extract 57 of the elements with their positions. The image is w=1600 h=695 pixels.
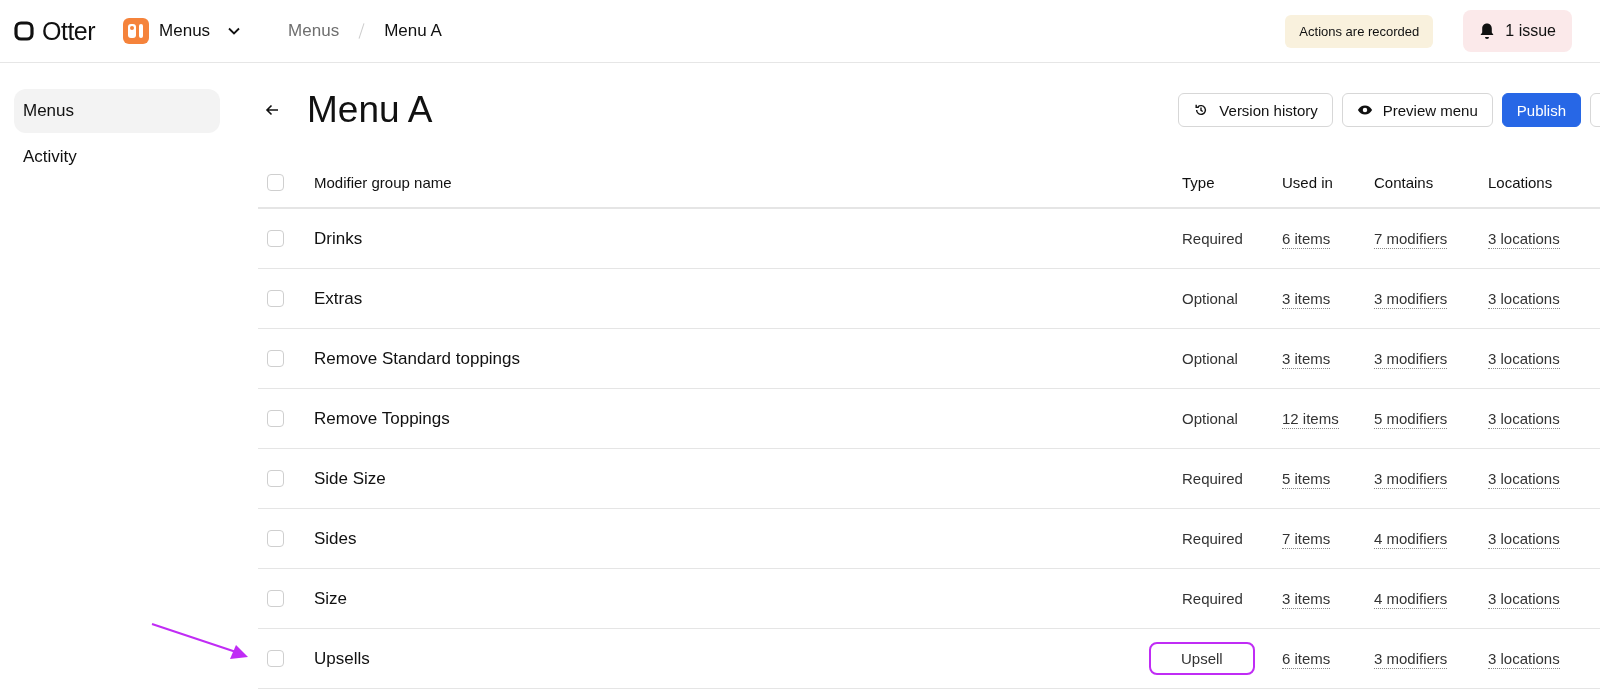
contains-link[interactable]: 5 modifiers	[1374, 410, 1448, 429]
breadcrumb-current[interactable]: Menu A	[384, 21, 442, 41]
sidebar-item[interactable]: Activity	[14, 135, 220, 179]
issues-button[interactable]: 1 issue	[1463, 10, 1572, 52]
used-in-link[interactable]: 3 items	[1282, 290, 1331, 309]
contains-link[interactable]: 3 modifiers	[1374, 470, 1448, 489]
used-in-link[interactable]: 7 items	[1282, 530, 1331, 549]
locations-link[interactable]: 3 locations	[1488, 350, 1560, 369]
column-header: Locations	[1488, 173, 1554, 191]
group-name: Upsells	[314, 648, 371, 669]
type-label: Optional	[1182, 410, 1238, 427]
used-in-link[interactable]: 12 items	[1282, 410, 1339, 429]
type-label: Optional	[1182, 290, 1238, 307]
contains-link[interactable]: 4 modifiers	[1374, 530, 1448, 549]
group-name: Size	[314, 588, 349, 609]
page-title: Menu A	[307, 89, 433, 131]
type-label: Required	[1182, 590, 1243, 607]
type-label: Required	[1182, 470, 1243, 487]
breadcrumb-link[interactable]: Menus	[288, 21, 340, 41]
locations-link[interactable]: 3 locations	[1488, 650, 1560, 669]
group-name: Extras	[314, 288, 364, 309]
group-name: Sides	[314, 528, 358, 549]
publish-button[interactable]: Publish	[1501, 93, 1581, 127]
locations-link[interactable]: 3 locations	[1488, 230, 1560, 249]
contains-link[interactable]: 4 modifiers	[1374, 590, 1448, 609]
used-in-link[interactable]: 5 items	[1282, 470, 1331, 489]
locations-link[interactable]: 3 locations	[1488, 290, 1560, 309]
used-in-link[interactable]: 3 items	[1282, 590, 1331, 609]
group-name: Side Size	[314, 468, 387, 489]
app-switcher[interactable]: Menus	[123, 18, 241, 44]
contains-link[interactable]: 3 modifiers	[1374, 650, 1448, 669]
used-in-link[interactable]: 6 items	[1282, 650, 1331, 669]
locations-link[interactable]: 3 locations	[1488, 590, 1560, 609]
contains-link[interactable]: 3 modifiers	[1374, 290, 1448, 309]
group-name: Remove Toppings	[314, 408, 451, 429]
used-in-link[interactable]: 6 items	[1282, 230, 1331, 249]
column-header: Type	[1182, 173, 1216, 191]
contains-link[interactable]: 3 modifiers	[1374, 350, 1448, 369]
used-in-link[interactable]: 3 items	[1282, 350, 1331, 369]
locations-link[interactable]: 3 locations	[1488, 470, 1560, 489]
type-label: Required	[1182, 230, 1243, 247]
sidebar-item[interactable]: Menus	[14, 89, 220, 133]
type-label: Optional	[1182, 350, 1238, 367]
column-header: Contains	[1374, 173, 1435, 191]
locations-link[interactable]: 3 locations	[1488, 410, 1560, 429]
group-name: Drinks	[314, 228, 364, 249]
type-label: Upsell	[1149, 642, 1255, 675]
column-header: Used in	[1282, 173, 1334, 191]
column-header: Modifier group name	[314, 173, 453, 191]
locations-link[interactable]: 3 locations	[1488, 530, 1560, 549]
preview-button[interactable]: Preview menu	[1341, 93, 1493, 127]
logo-text: Otter	[42, 16, 96, 46]
contains-link[interactable]: 7 modifiers	[1374, 230, 1448, 249]
version-history-button[interactable]: Version history	[1178, 93, 1333, 127]
type-label: Required	[1182, 530, 1243, 547]
recording-notice: Actions are recorded	[1285, 14, 1434, 48]
group-name: Remove Standard toppings	[314, 348, 522, 369]
